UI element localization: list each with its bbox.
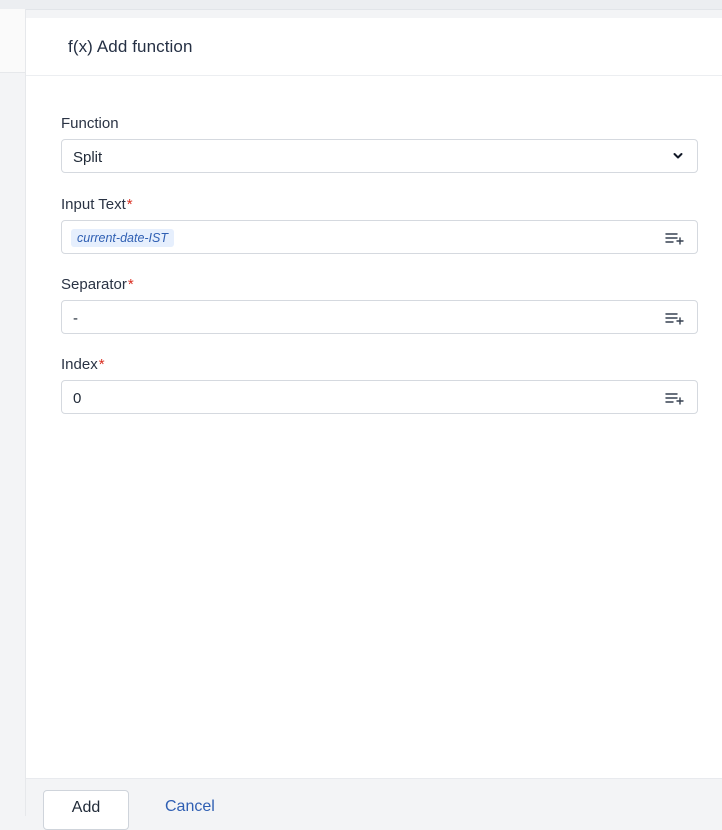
- required-marker: *: [126, 196, 133, 213]
- function-select-value: Split: [73, 149, 103, 166]
- required-marker: *: [127, 276, 134, 293]
- add-function-dialog: f(x) Add function Function Split Input T…: [26, 18, 722, 778]
- index-label: Index*: [61, 356, 105, 373]
- separator-label-text: Separator: [61, 276, 127, 293]
- insert-variable-icon[interactable]: [665, 311, 685, 325]
- insert-variable-icon[interactable]: [665, 391, 685, 405]
- separator-field[interactable]: -: [61, 300, 698, 334]
- function-select[interactable]: Split: [61, 139, 698, 173]
- input-text-field[interactable]: current-date-IST: [61, 220, 698, 254]
- left-gutter: [0, 9, 26, 816]
- dialog-title: f(x) Add function: [68, 37, 193, 56]
- cancel-button[interactable]: Cancel: [165, 798, 215, 816]
- function-label: Function: [61, 115, 119, 132]
- required-marker: *: [98, 356, 105, 373]
- top-strip: [0, 0, 722, 10]
- index-label-text: Index: [61, 356, 98, 373]
- insert-variable-icon[interactable]: [665, 231, 685, 245]
- dialog-footer: Add Cancel: [26, 778, 722, 830]
- chevron-down-icon: [673, 153, 683, 159]
- dialog-header: f(x) Add function: [26, 18, 722, 76]
- index-field[interactable]: 0: [61, 380, 698, 414]
- add-button[interactable]: Add: [43, 790, 129, 830]
- variable-chip[interactable]: current-date-IST: [71, 229, 175, 247]
- input-text-label: Input Text*: [61, 196, 133, 213]
- separator-value: -: [73, 310, 78, 327]
- function-label-text: Function: [61, 115, 119, 132]
- input-text-label-text: Input Text: [61, 196, 126, 213]
- index-value: 0: [73, 390, 82, 407]
- left-gutter-header: [0, 9, 25, 73]
- separator-label: Separator*: [61, 276, 134, 293]
